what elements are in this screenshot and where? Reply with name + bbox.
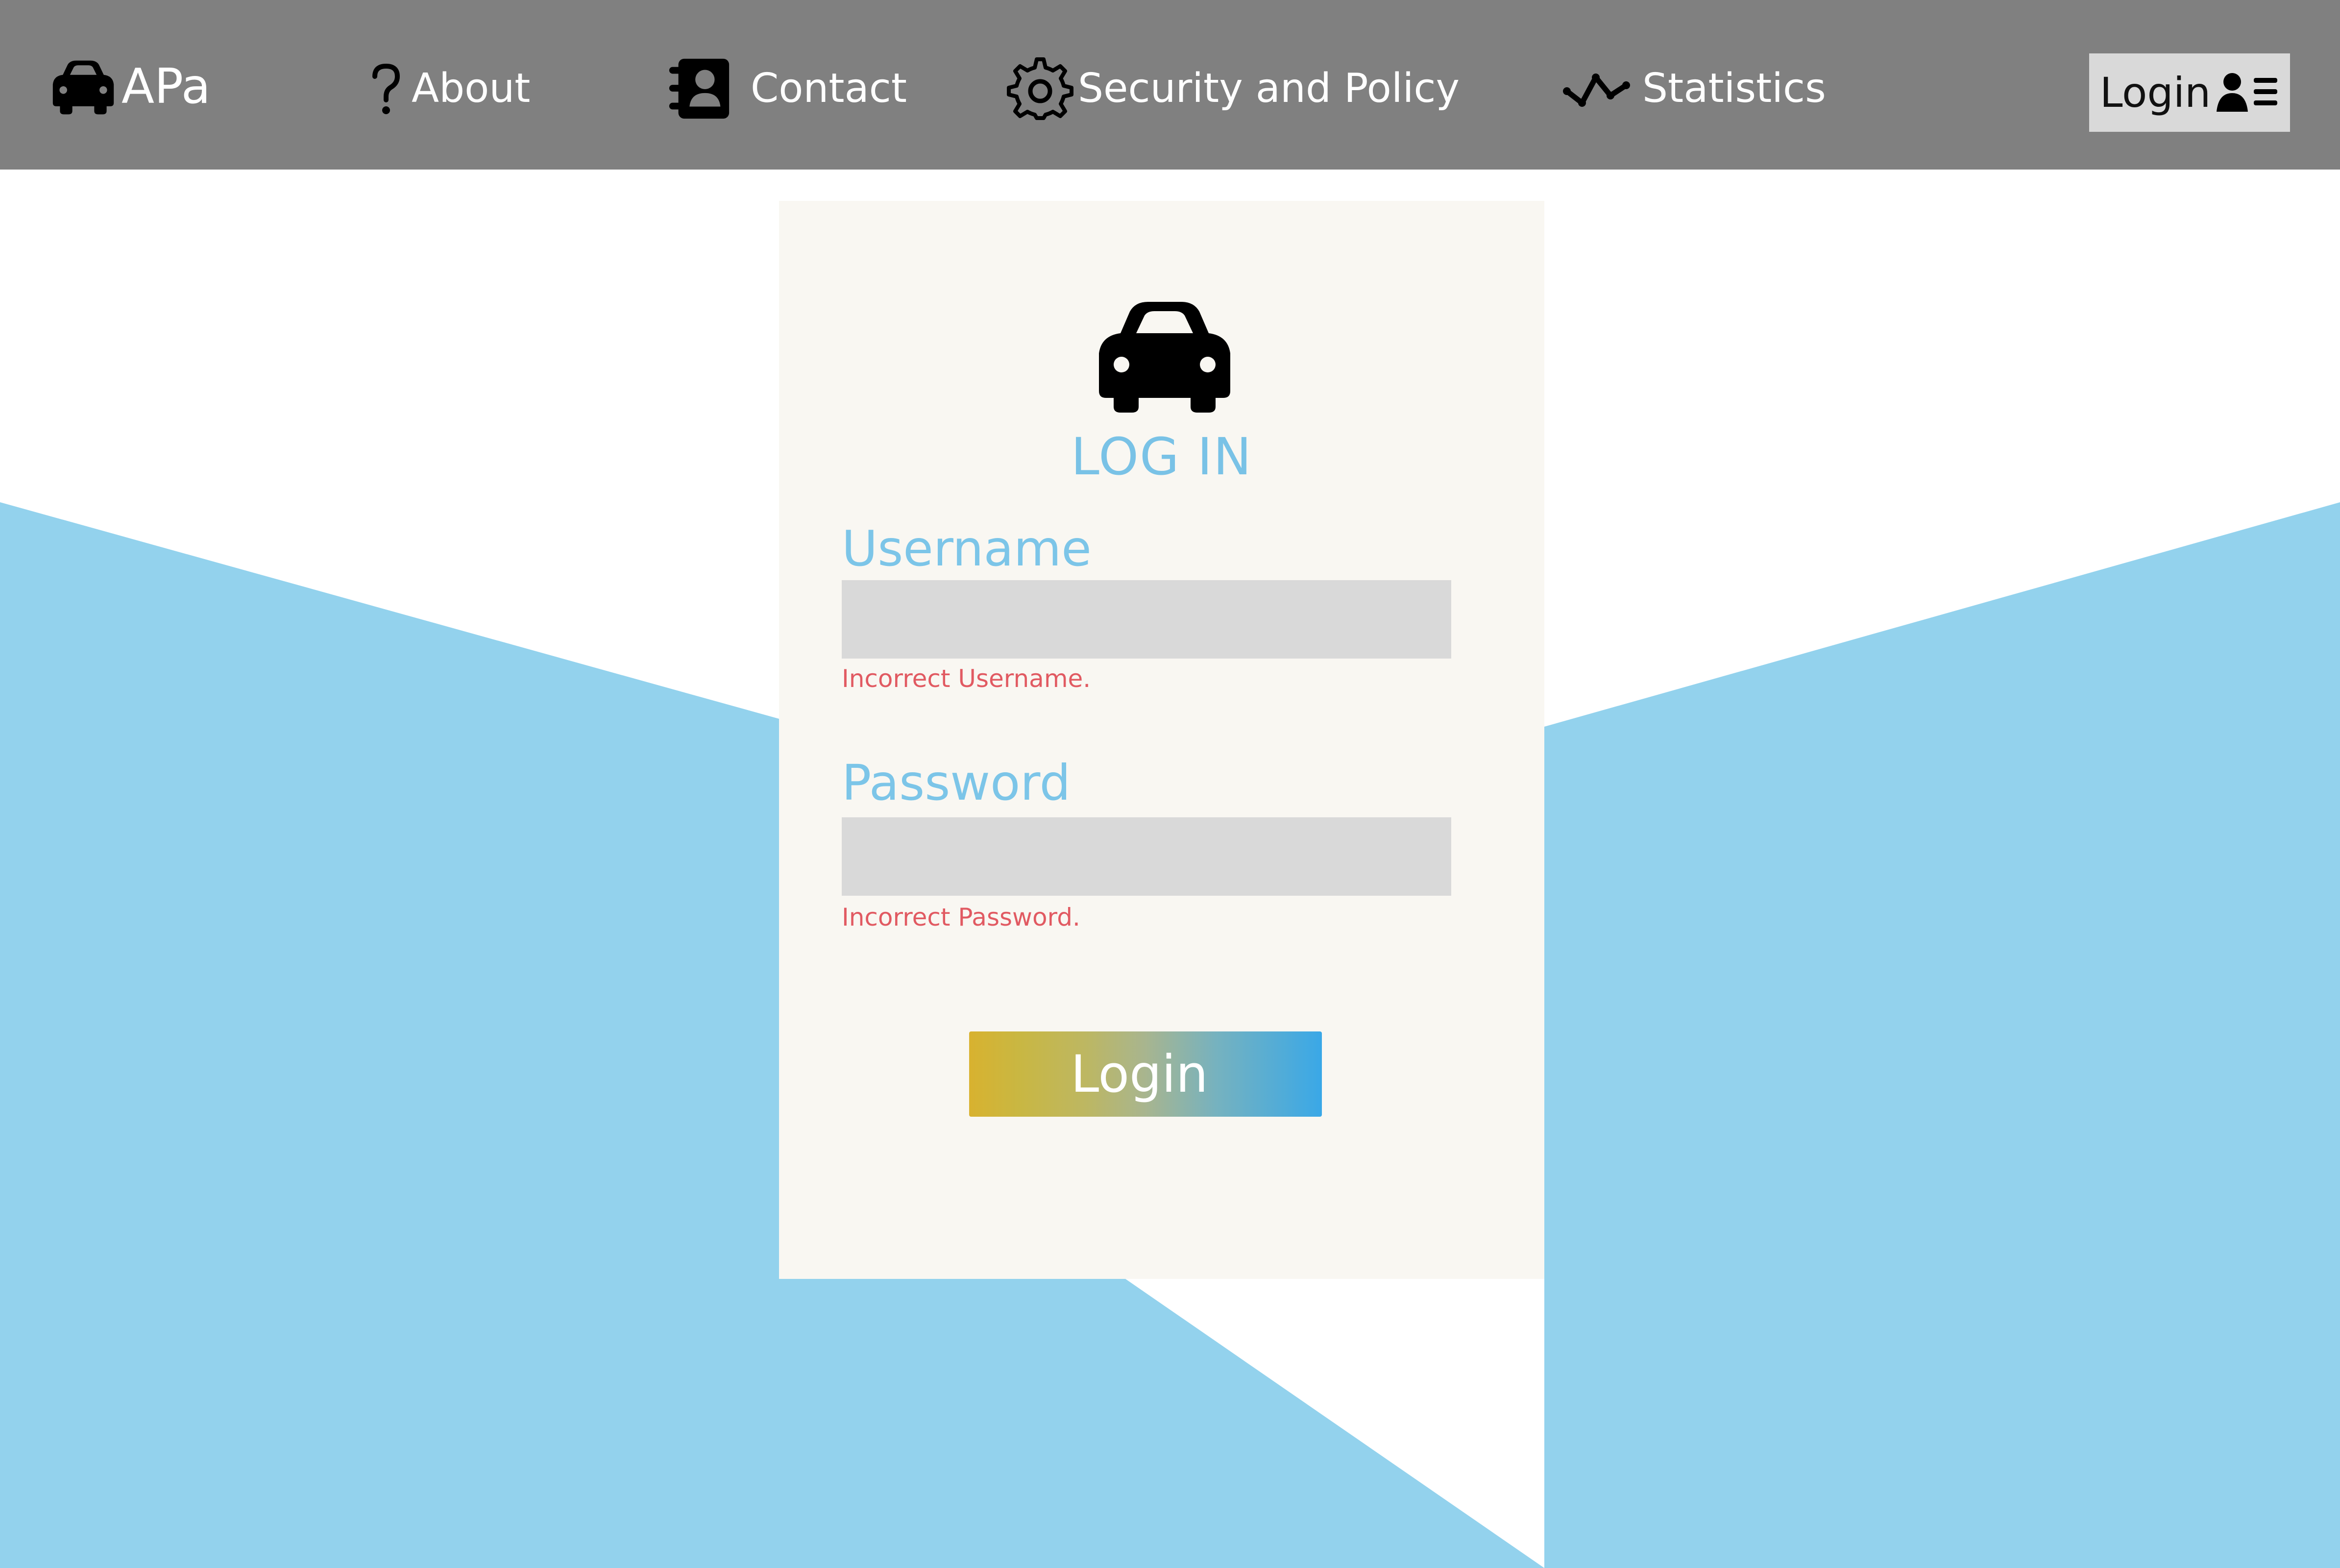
password-label: Password xyxy=(842,754,1071,811)
login-page: APa About Contact Security and Policy St… xyxy=(0,0,2340,1568)
username-input[interactable] xyxy=(842,580,1451,659)
blue-background-lower xyxy=(0,502,779,1568)
login-card: LOG IN Username Incorrect Username. Pass… xyxy=(779,201,1544,1279)
top-navigation-bar: APa About Contact Security and Policy St… xyxy=(0,0,2340,170)
brand-name: APa xyxy=(122,59,211,115)
nav-about-label: About xyxy=(412,65,531,112)
line-chart-icon xyxy=(1563,73,1630,107)
contact-book-icon xyxy=(669,58,730,119)
question-mark-icon xyxy=(372,63,400,114)
nav-security-policy[interactable]: Security and Policy xyxy=(1007,53,1460,124)
gear-icon xyxy=(1007,57,1073,120)
car-icon xyxy=(1099,302,1230,413)
nav-statistics[interactable]: Statistics xyxy=(1563,53,1826,124)
user-list-icon xyxy=(2217,73,2278,112)
login-submit-button[interactable]: Login xyxy=(969,1031,1322,1117)
login-submit-label: Login xyxy=(1071,1044,1208,1104)
username-label: Username xyxy=(842,520,1092,577)
password-input[interactable] xyxy=(842,817,1451,896)
brand[interactable]: APa xyxy=(50,55,211,119)
password-error: Incorrect Password. xyxy=(842,903,1080,931)
nav-contact[interactable]: Contact xyxy=(665,53,907,124)
header-login-button[interactable]: Login xyxy=(2089,53,2290,132)
nav-security-policy-label: Security and Policy xyxy=(1078,65,1460,112)
login-title: LOG IN xyxy=(1071,427,1253,487)
username-error: Incorrect Username. xyxy=(842,664,1091,693)
nav-contact-label: Contact xyxy=(751,65,907,112)
nav-statistics-label: Statistics xyxy=(1642,65,1826,112)
header-login-label: Login xyxy=(2099,69,2211,117)
nav-about[interactable]: About xyxy=(368,53,530,124)
car-icon xyxy=(52,60,114,115)
